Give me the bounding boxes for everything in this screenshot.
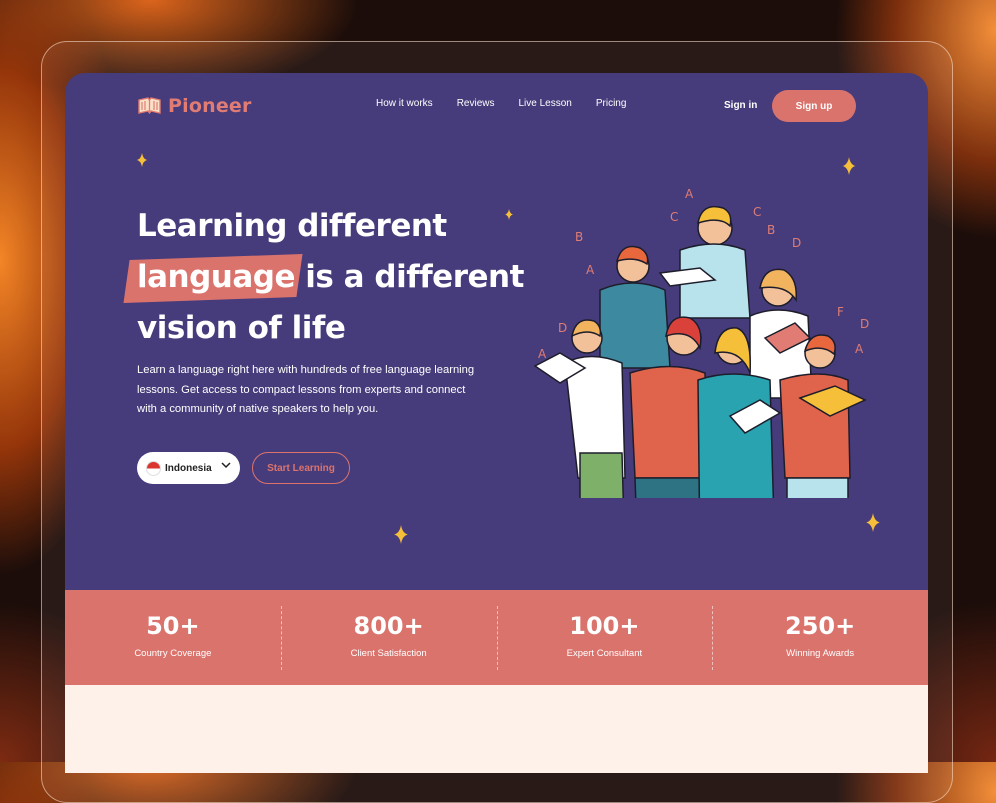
stat-label: Winning Awards xyxy=(786,648,855,659)
stat-label: Expert Consultant xyxy=(566,648,643,659)
sparkle-icon xyxy=(394,525,408,544)
svg-text:D: D xyxy=(792,236,801,250)
hero-title-line-1: Learning different xyxy=(137,208,447,244)
hero-title-line-2: language is a different xyxy=(137,252,537,303)
brand-name: Pioneer xyxy=(168,95,252,117)
logo[interactable]: Pioneer xyxy=(137,95,252,117)
signin-link[interactable]: Sign in xyxy=(724,100,757,111)
svg-text:B: B xyxy=(767,223,775,237)
start-learning-button[interactable]: Start Learning xyxy=(252,452,350,484)
stat-value: 100+ xyxy=(569,612,640,640)
stat-value: 50+ xyxy=(146,612,200,640)
landing-page: Pioneer How it works Reviews Live Lesson… xyxy=(65,73,928,773)
highlight-word-text: language xyxy=(137,259,296,295)
svg-text:C: C xyxy=(670,210,678,224)
stat-item: 250+ Winning Awards xyxy=(712,590,928,685)
stat-label: Client Satisfaction xyxy=(350,648,427,659)
hero-title: Learning different language is a differe… xyxy=(137,201,537,354)
stat-item: 800+ Client Satisfaction xyxy=(280,590,497,685)
svg-text:F: F xyxy=(837,305,844,319)
stat-value: 250+ xyxy=(785,612,856,640)
group-reading-books-illustration: CACBD BADA FDA xyxy=(533,188,869,498)
highlight-word: language xyxy=(137,252,296,303)
main-menu: How it works Reviews Live Lesson Pricing xyxy=(376,98,626,109)
chevron-down-icon xyxy=(221,462,231,469)
language-select[interactable]: Indonesia xyxy=(137,452,240,484)
svg-text:C: C xyxy=(753,205,761,219)
svg-text:B: B xyxy=(575,230,583,244)
stat-label: Country Coverage xyxy=(134,648,212,659)
stat-item: 50+ Country Coverage xyxy=(65,590,281,685)
book-icon xyxy=(138,97,161,115)
hero-description: Learn a language right here with hundred… xyxy=(137,364,475,415)
svg-text:D: D xyxy=(860,317,869,331)
sparkle-icon xyxy=(137,153,147,167)
stat-item: 100+ Expert Consultant xyxy=(496,590,713,685)
hero-title-line-2-rest: is a different xyxy=(295,259,524,295)
nav-pricing[interactable]: Pricing xyxy=(596,98,627,109)
svg-text:A: A xyxy=(855,342,864,356)
sparkle-icon xyxy=(866,513,880,532)
indonesia-flag-icon xyxy=(146,460,161,476)
stat-value: 800+ xyxy=(353,612,424,640)
svg-text:A: A xyxy=(685,188,694,201)
nav-live-lesson[interactable]: Live Lesson xyxy=(518,98,571,109)
signup-button[interactable]: Sign up xyxy=(772,90,856,122)
svg-text:D: D xyxy=(558,321,567,335)
language-select-value: Indonesia xyxy=(165,462,212,474)
sparkle-icon xyxy=(842,157,856,175)
stats-bar: 50+ Country Coverage 800+ Client Satisfa… xyxy=(65,590,928,685)
hero-title-line-3: vision of life xyxy=(137,310,346,346)
next-section xyxy=(65,685,928,773)
nav-how-it-works[interactable]: How it works xyxy=(376,98,433,109)
svg-text:A: A xyxy=(586,263,595,277)
nav-reviews[interactable]: Reviews xyxy=(457,98,495,109)
svg-text:A: A xyxy=(538,347,547,361)
top-nav: Pioneer How it works Reviews Live Lesson… xyxy=(65,73,928,143)
